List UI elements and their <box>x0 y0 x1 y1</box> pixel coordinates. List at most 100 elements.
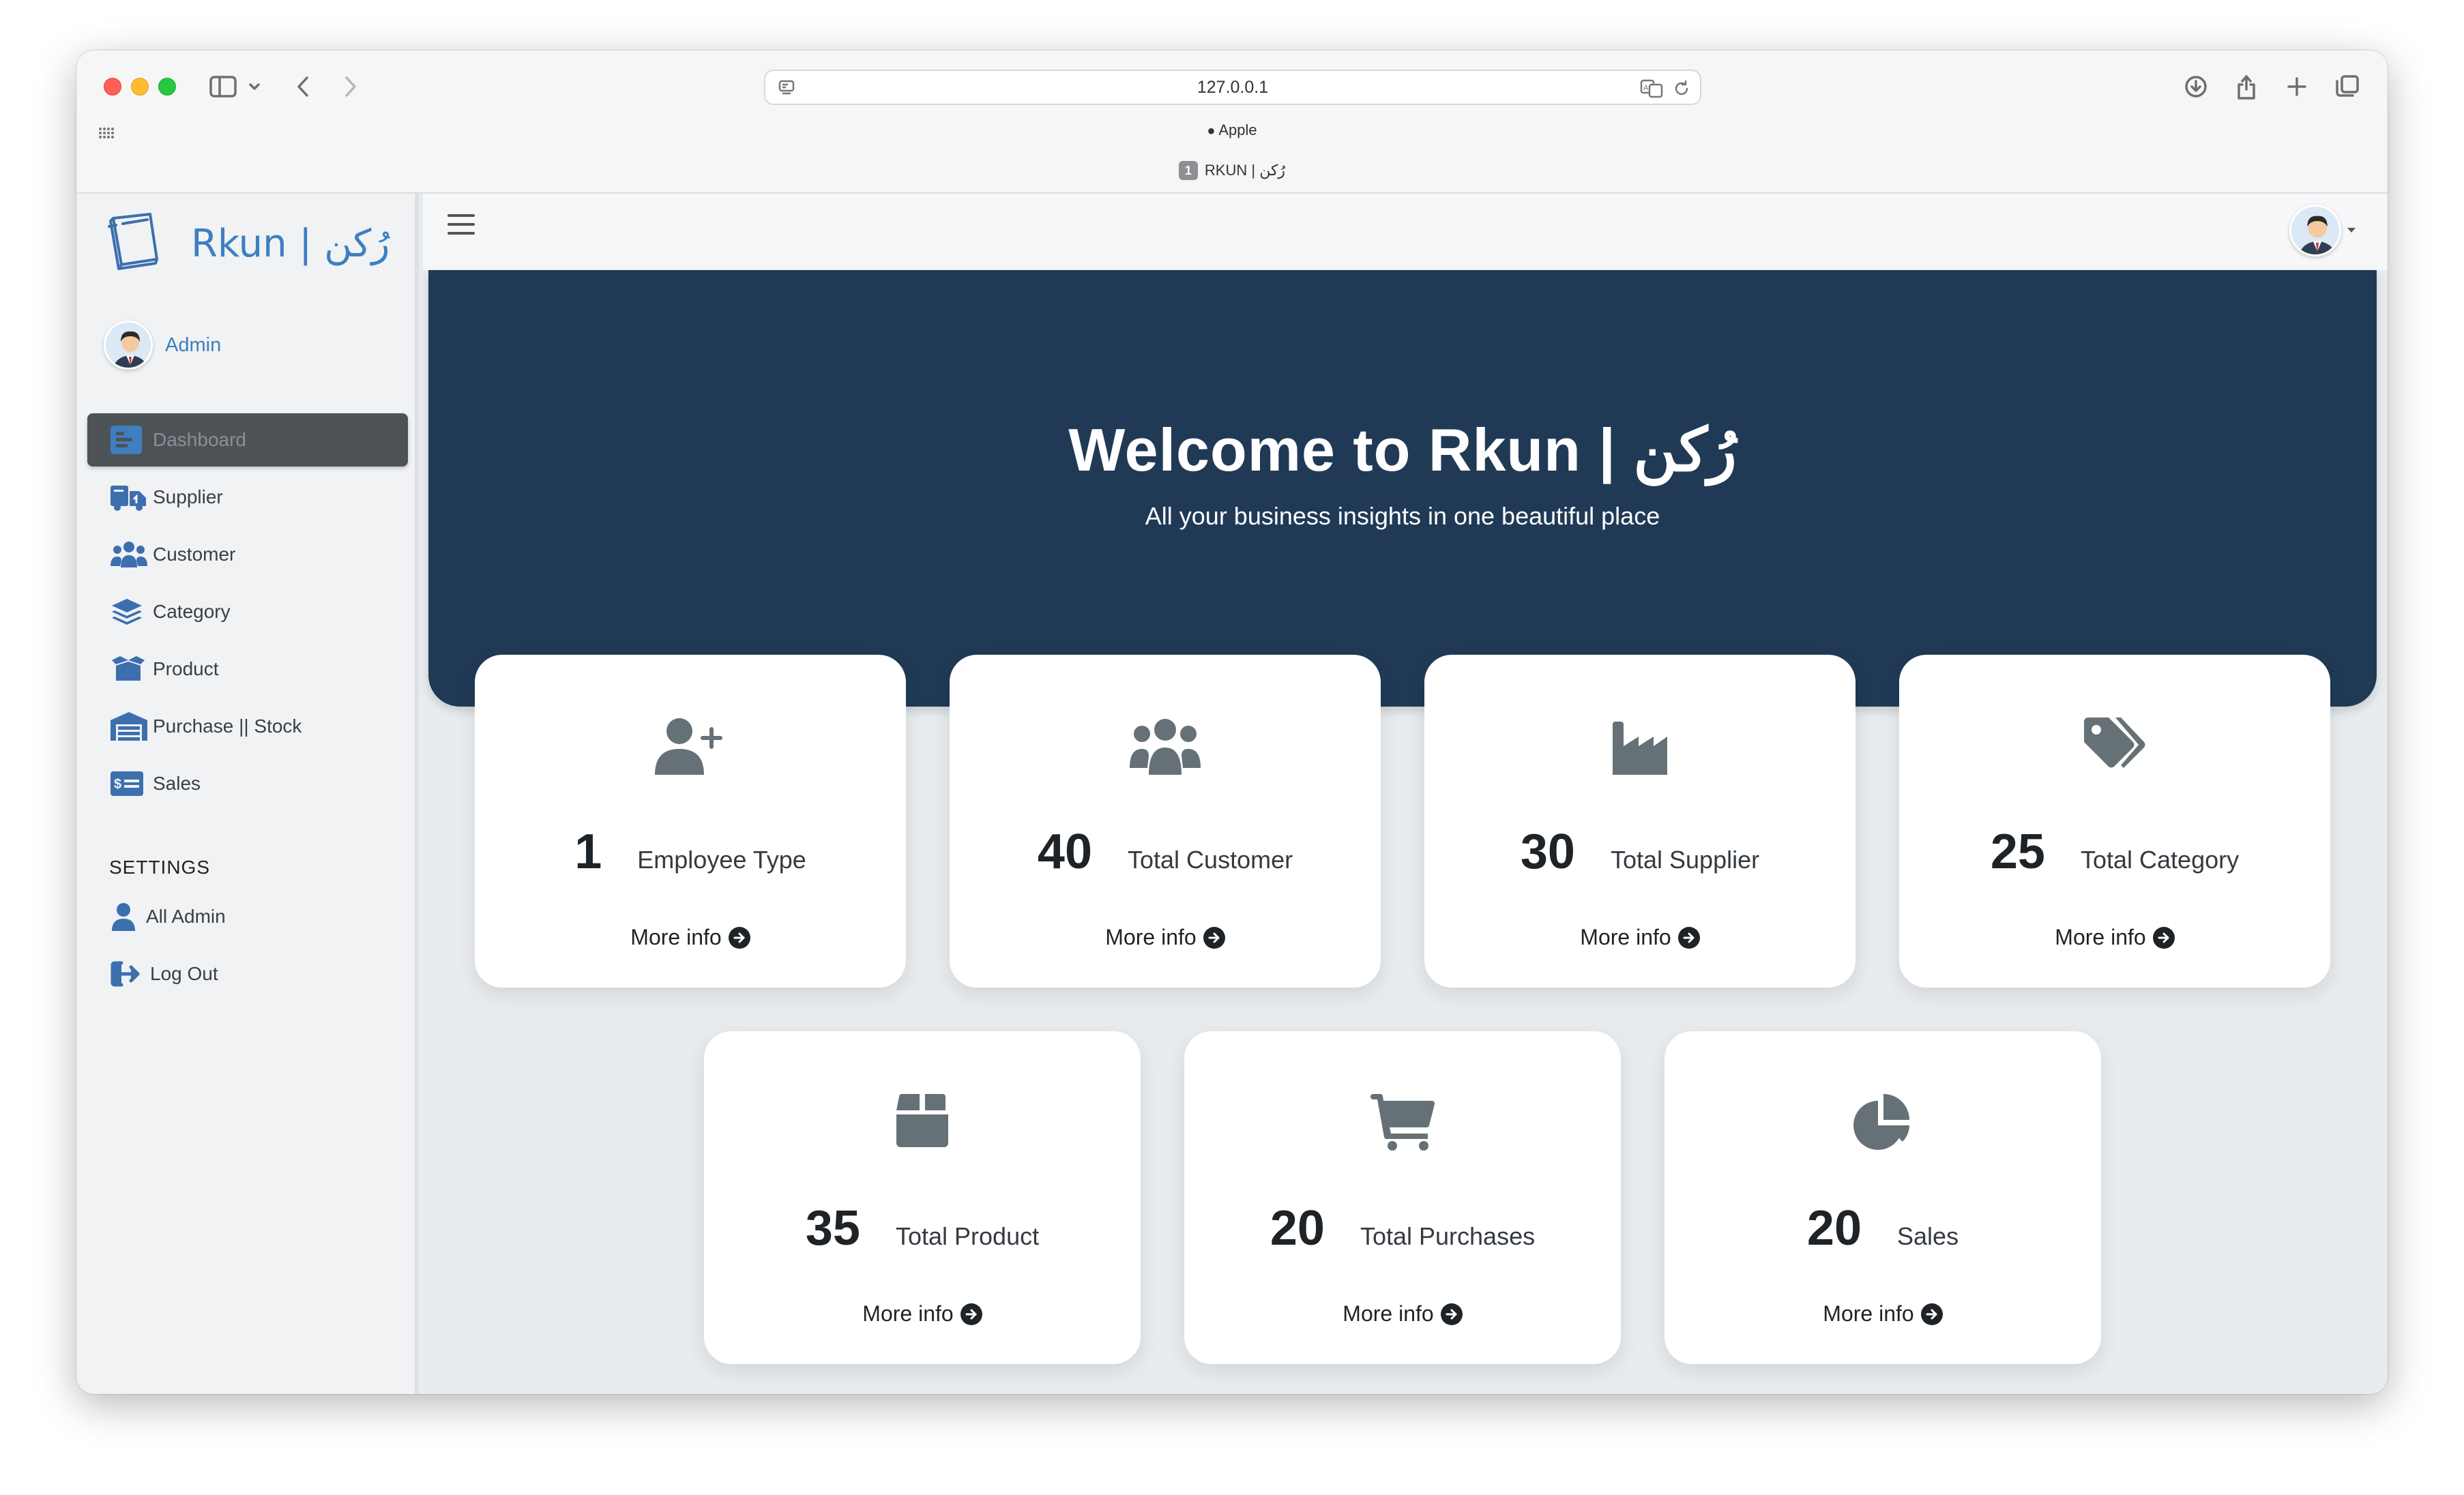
user-panel[interactable]: Admin <box>104 321 221 370</box>
arrow-circle-right-icon <box>1203 926 1225 949</box>
users-icon <box>950 717 1381 775</box>
sidebar-item-label: Purchase || Stock <box>153 715 302 737</box>
industry-icon <box>1424 717 1856 775</box>
warehouse-icon <box>111 712 147 741</box>
address-bar[interactable]: 127.0.0.1 A <box>764 70 1701 105</box>
arrow-circle-right-icon <box>960 1303 982 1325</box>
maximize-window-button[interactable] <box>158 78 176 95</box>
brand-link[interactable]: Rkun | رُكن <box>108 211 390 276</box>
translate-icon[interactable]: A <box>1640 79 1664 102</box>
more-info-link[interactable]: More info <box>475 925 906 950</box>
sidebar-item-purchase-stock[interactable]: Purchase || Stock <box>87 700 408 753</box>
stat-value: 35 <box>805 1201 860 1256</box>
sidebar-item-label: Customer <box>153 544 236 565</box>
sidebar-toggle-icon[interactable] <box>206 70 240 104</box>
user-menu-dropdown[interactable] <box>2289 205 2356 256</box>
sidebar-item-label: Supplier <box>153 486 223 507</box>
stat: 20 Sales <box>1664 1200 2101 1256</box>
dashboard-icon <box>111 426 147 454</box>
arrow-circle-right-icon <box>728 926 750 949</box>
stat-label: Total Supplier <box>1610 846 1760 874</box>
brand-name: Rkun | رُكن <box>191 222 390 266</box>
sidebar-item-label: Dashboard <box>153 429 246 450</box>
close-window-button[interactable] <box>104 78 121 95</box>
customers-icon <box>111 540 147 569</box>
box-icon <box>704 1094 1141 1147</box>
stat: 1 Employee Type <box>475 824 906 880</box>
stat-value: 25 <box>1990 825 2045 879</box>
settings-nav: All Admin Log Out <box>87 889 408 1004</box>
svg-text:A: A <box>1643 84 1649 92</box>
user-name: Admin <box>165 334 222 356</box>
sidebar-item-log-out[interactable]: Log Out <box>87 947 408 1001</box>
arrow-circle-right-icon <box>1440 1303 1463 1325</box>
tab-overview-icon[interactable] <box>2330 70 2364 104</box>
forward-icon[interactable] <box>336 70 366 104</box>
stat-label: Sales <box>1897 1222 1959 1250</box>
menu-toggle-icon[interactable] <box>448 213 475 239</box>
more-info-link[interactable]: More info <box>704 1301 1141 1327</box>
logout-icon <box>111 960 145 988</box>
stat-value: 1 <box>574 825 602 879</box>
more-info-link[interactable]: More info <box>1424 925 1856 950</box>
arrow-circle-right-icon <box>1677 926 1700 949</box>
sidebar-item-supplier[interactable]: Supplier <box>87 471 408 524</box>
more-info-link[interactable]: More info <box>1664 1301 2101 1327</box>
app-area: Rkun | رُكن Admin Dashboard Supplier Cus… <box>76 194 2388 1394</box>
stat-label: Employee Type <box>637 846 806 874</box>
sidebar-item-dashboard[interactable]: Dashboard <box>87 413 408 467</box>
svg-text:$: $ <box>114 777 121 792</box>
stat-label: Total Category <box>2080 846 2240 874</box>
stat: 35 Total Product <box>704 1200 1141 1256</box>
stat: 25 Total Category <box>1899 824 2330 880</box>
sidebar-item-product[interactable]: Product <box>87 642 408 696</box>
reload-icon[interactable] <box>1673 79 1690 102</box>
sidebar-item-customer[interactable]: Customer <box>87 528 408 581</box>
browser-window: 127.0.0.1 A ● Apple 1 RKUN | رُكن Rkun |… <box>76 50 2388 1394</box>
stat-value: 20 <box>1270 1201 1325 1256</box>
stat-value: 40 <box>1037 825 1092 879</box>
stat-card-total-product: 35 Total Product More info <box>704 1031 1141 1364</box>
sidebar-item-label: Product <box>153 658 219 679</box>
sidebar-item-label: Sales <box>153 773 201 794</box>
share-icon[interactable] <box>2229 70 2263 104</box>
stat-card-total-supplier: 30 Total Supplier More info <box>1424 655 1856 988</box>
sidebar-item-category[interactable]: Category <box>87 585 408 638</box>
back-icon[interactable] <box>288 70 318 104</box>
stat-value: 20 <box>1806 1201 1862 1256</box>
user-icon <box>111 902 141 931</box>
top-navbar <box>423 194 2388 270</box>
avatar <box>2289 205 2341 256</box>
downloads-icon[interactable] <box>2179 70 2213 104</box>
url-text: 127.0.0.1 <box>1197 77 1269 97</box>
favorite-apple-link[interactable]: Apple <box>1218 121 1257 138</box>
stat-label: Total Customer <box>1128 846 1293 874</box>
tags-icon <box>1899 717 2330 775</box>
minimize-window-button[interactable] <box>131 78 149 95</box>
new-tab-icon[interactable] <box>2280 70 2314 104</box>
more-info-link[interactable]: More info <box>1184 1301 1621 1327</box>
chevron-down-icon[interactable] <box>244 70 265 104</box>
browser-toolbar: 127.0.0.1 A ● Apple 1 RKUN | رُكن <box>76 50 2388 194</box>
more-info-link[interactable]: More info <box>950 925 1381 950</box>
page-settings-icon[interactable] <box>778 79 795 100</box>
tab-title[interactable]: RKUN | رُكن <box>1205 162 1285 179</box>
more-info-label: More info <box>630 925 722 949</box>
caret-down-icon <box>2347 224 2356 237</box>
sidebar-item-sales[interactable]: $ Sales <box>87 757 408 810</box>
page-title: Welcome to Rkun | رُكن <box>1068 416 1737 484</box>
stat: 20 Total Purchases <box>1184 1200 1621 1256</box>
stat-card-employee-type: 1 Employee Type More info <box>475 655 906 988</box>
stat-label: Total Purchases <box>1360 1222 1536 1250</box>
sidebar-item-all-admin[interactable]: All Admin <box>87 889 408 944</box>
supplier-truck-icon <box>111 483 147 512</box>
more-info-link[interactable]: More info <box>1899 925 2330 950</box>
user-plus-icon <box>475 717 906 775</box>
sidebar: Rkun | رُكن Admin Dashboard Supplier Cus… <box>76 194 419 1394</box>
pie-chart-icon <box>1664 1094 2101 1151</box>
book-logo-icon <box>108 211 166 276</box>
box-open-icon <box>111 655 147 683</box>
more-info-label: More info <box>2055 925 2146 949</box>
tab-bar: 1 RKUN | رُكن <box>76 161 2388 180</box>
stat-card-total-customer: 40 Total Customer More info <box>950 655 1381 988</box>
